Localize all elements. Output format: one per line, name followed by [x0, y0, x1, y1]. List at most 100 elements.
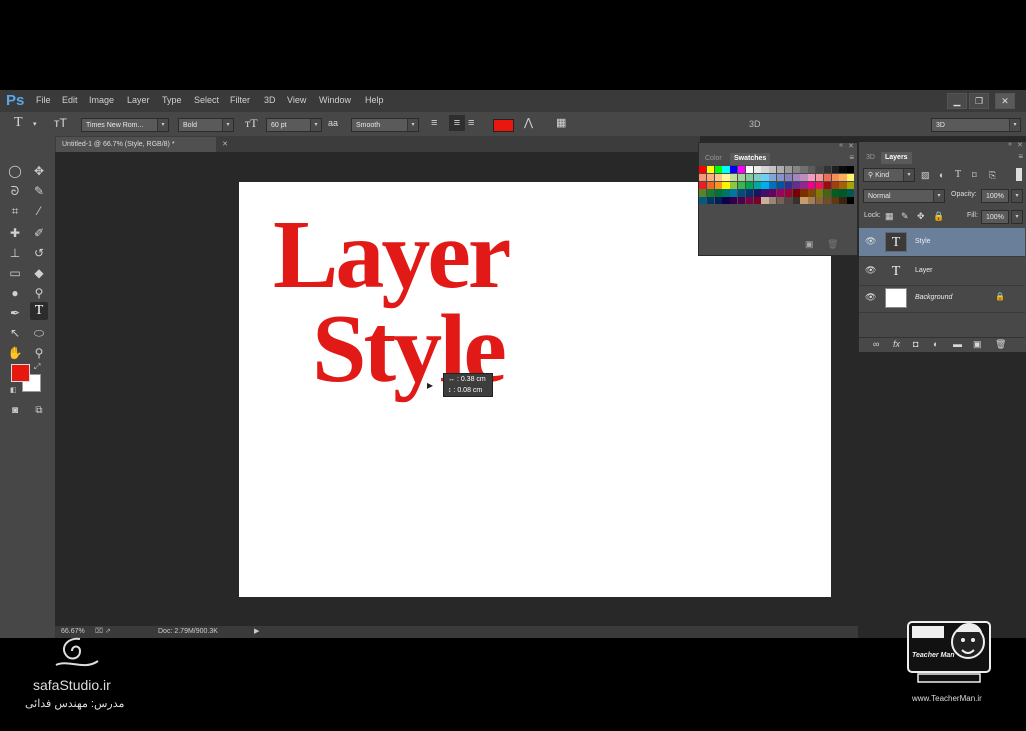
menu-type[interactable]: Type: [162, 95, 182, 105]
swatch[interactable]: [800, 181, 808, 189]
swatch[interactable]: [784, 197, 793, 205]
filter-kind-select[interactable]: ⚲ Kind ▾: [863, 168, 915, 182]
menu-edit[interactable]: Edit: [62, 95, 78, 105]
eye-icon[interactable]: 👁: [865, 236, 876, 247]
swatch[interactable]: [761, 181, 769, 189]
blend-mode-select[interactable]: Normal ▾: [863, 189, 945, 203]
swatch[interactable]: [753, 197, 761, 205]
layer-row-style[interactable]: 👁 T Style: [859, 228, 1025, 257]
swatch[interactable]: [769, 181, 777, 189]
swatch[interactable]: [800, 173, 808, 182]
filter-toggle[interactable]: [1016, 168, 1022, 181]
font-style-select[interactable]: Bold ▾: [178, 118, 234, 132]
menu-help[interactable]: Help: [365, 95, 384, 105]
text-color-swatch[interactable]: [493, 119, 514, 132]
swatch[interactable]: [823, 181, 832, 189]
close-icon[interactable]: ✕: [995, 93, 1015, 109]
swatch[interactable]: [847, 197, 855, 205]
swatch[interactable]: [745, 166, 754, 174]
swatch[interactable]: [699, 181, 707, 189]
lock-transparent-icon[interactable]: ▦: [885, 208, 894, 224]
swatch[interactable]: [847, 166, 855, 174]
swatch[interactable]: [761, 173, 769, 182]
swatch[interactable]: [722, 181, 730, 189]
swatch[interactable]: [831, 181, 839, 189]
swatch[interactable]: [823, 173, 832, 182]
collapse-icon[interactable]: «: [839, 142, 843, 149]
type-tool-preset-icon[interactable]: T: [14, 115, 23, 131]
healing-brush-tool-icon[interactable]: ✚: [6, 224, 24, 242]
swatch[interactable]: [792, 166, 800, 174]
swatch[interactable]: [815, 189, 824, 197]
tab-swatches[interactable]: Swatches: [730, 153, 771, 165]
swatch[interactable]: [831, 166, 839, 174]
swatch[interactable]: [714, 181, 722, 189]
new-swatch-icon[interactable]: ▣: [805, 239, 814, 250]
swatch[interactable]: [815, 181, 824, 189]
swatch[interactable]: [823, 189, 832, 197]
swatch[interactable]: [706, 166, 715, 174]
font-family-select[interactable]: Times New Rom... ▾: [81, 118, 169, 132]
chevron-down-icon[interactable]: ▾: [33, 117, 37, 133]
text-line-layer[interactable]: Layer: [273, 206, 511, 304]
zoom-tool-icon[interactable]: ⚲: [30, 344, 48, 362]
swatch[interactable]: [800, 189, 808, 197]
pen-tool-icon[interactable]: ✒: [6, 304, 24, 322]
swatch[interactable]: [730, 166, 738, 174]
swatch[interactable]: [808, 189, 816, 197]
filter-adjustment-icon[interactable]: ◐: [939, 167, 944, 183]
default-colors-icon[interactable]: ◧: [10, 386, 17, 394]
swatch[interactable]: [808, 181, 816, 189]
swatch[interactable]: [776, 189, 785, 197]
swatch[interactable]: [761, 197, 769, 205]
screen-mode-icon[interactable]: ⧉: [30, 402, 48, 420]
swatch[interactable]: [823, 166, 832, 174]
new-group-icon[interactable]: ▬: [953, 336, 962, 352]
path-selection-tool-icon[interactable]: ↖: [6, 324, 24, 342]
layer-row-background[interactable]: 👁 Background 🔒: [859, 284, 1025, 313]
swatch[interactable]: [745, 173, 754, 182]
swatch[interactable]: [699, 166, 707, 174]
swatch[interactable]: [706, 189, 715, 197]
adjustment-layer-icon[interactable]: ◐: [933, 336, 938, 352]
filter-type-icon[interactable]: T: [955, 167, 961, 183]
swatch[interactable]: [737, 181, 746, 189]
swatch[interactable]: [706, 181, 715, 189]
swatch[interactable]: [714, 189, 722, 197]
blur-tool-icon[interactable]: ●: [6, 284, 24, 302]
eraser-tool-icon[interactable]: ▭: [6, 264, 24, 282]
minimize-icon[interactable]: ▁: [947, 93, 967, 109]
swatch[interactable]: [722, 197, 730, 205]
swap-colors-icon[interactable]: ⤢: [34, 362, 40, 372]
foreground-color-swatch[interactable]: [11, 364, 30, 382]
quick-mask-icon[interactable]: ◙: [6, 402, 24, 420]
move-tool-icon[interactable]: ✥: [30, 162, 48, 180]
swatch[interactable]: [839, 166, 847, 174]
swatch[interactable]: [792, 197, 800, 205]
restore-icon[interactable]: ❐: [969, 93, 989, 109]
swatch[interactable]: [847, 189, 855, 197]
clone-stamp-tool-icon[interactable]: ⊥: [6, 244, 24, 262]
document-tab[interactable]: Untitled-1 @ 66.7% (Style, RGB/8) * ✕: [56, 137, 228, 152]
swatch[interactable]: [808, 173, 816, 182]
swatch[interactable]: [769, 173, 777, 182]
swatch[interactable]: [737, 173, 746, 182]
swatch[interactable]: [815, 173, 824, 182]
lasso-tool-icon[interactable]: ᘐ: [6, 182, 24, 200]
swatch[interactable]: [753, 181, 761, 189]
warp-text-icon[interactable]: ⋀: [524, 115, 533, 131]
swatch[interactable]: [784, 189, 793, 197]
swatch[interactable]: [815, 197, 824, 205]
swatch[interactable]: [769, 166, 777, 174]
swatch[interactable]: [722, 166, 730, 174]
status-menu-arrow-icon[interactable]: ▶: [254, 626, 259, 638]
workspace-select[interactable]: 3D ▾: [931, 118, 1021, 132]
layer-name[interactable]: Layer: [915, 267, 933, 274]
swatch[interactable]: [839, 189, 847, 197]
swatch[interactable]: [737, 166, 746, 174]
swatch[interactable]: [847, 173, 855, 182]
swatch[interactable]: [776, 181, 785, 189]
swatch[interactable]: [745, 189, 754, 197]
close-icon[interactable]: ✕: [222, 137, 228, 152]
close-icon[interactable]: ✕: [1017, 141, 1023, 149]
